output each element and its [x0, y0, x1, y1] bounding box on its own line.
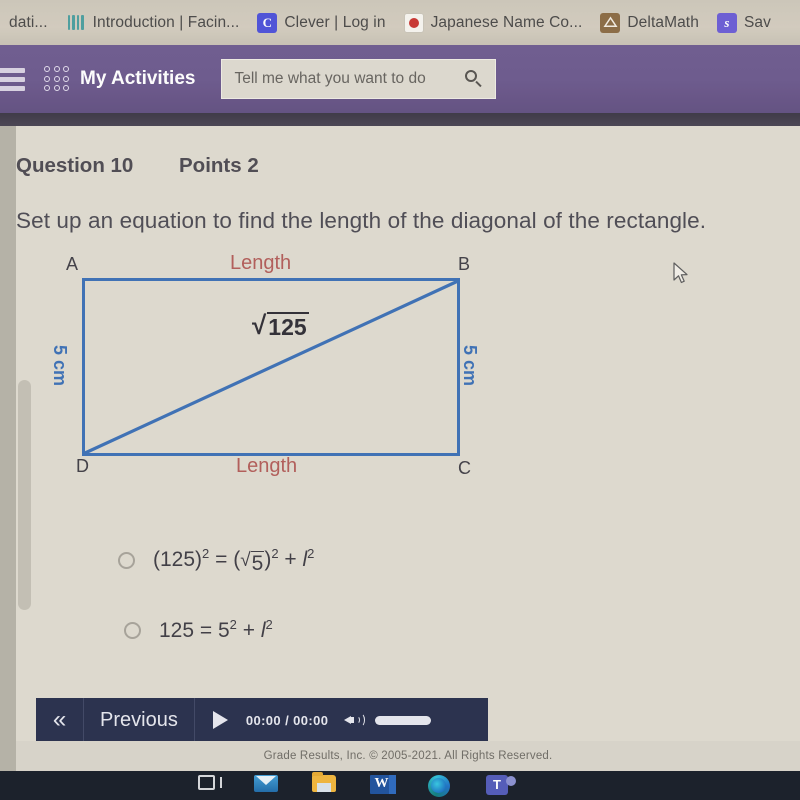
timecode-display: 00:00 / 00:00: [246, 713, 329, 728]
radio-button[interactable]: [124, 621, 141, 639]
bookmark-item[interactable]: dati...: [0, 0, 57, 45]
previous-button[interactable]: Previous: [84, 698, 195, 742]
search-box[interactable]: Tell me what you want to do: [221, 59, 497, 99]
vertex-label-b: B: [458, 254, 471, 274]
mouse-pointer-icon: [673, 262, 688, 284]
bookmarks-bar: dati... Introduction | Facin... C Clever…: [0, 0, 800, 45]
bookmark-item[interactable]: s Sav: [708, 0, 780, 45]
file-explorer-icon[interactable]: [312, 774, 338, 797]
mail-icon[interactable]: [254, 774, 280, 797]
radio-button[interactable]: [118, 552, 135, 570]
facinghistory-icon: [66, 13, 86, 33]
search-icon[interactable]: [465, 70, 483, 88]
answer-option[interactable]: 125 = 52 + l2: [124, 617, 273, 643]
word-icon[interactable]: W: [370, 774, 396, 797]
bookmark-label: Japanese Name Co...: [430, 13, 583, 31]
volume-slider[interactable]: [375, 715, 432, 725]
time-total: 00:00: [293, 712, 329, 728]
question-prompt: Set up an equation to find the length of…: [16, 208, 707, 233]
task-view-icon[interactable]: [196, 774, 222, 797]
vertex-label-a: A: [66, 254, 79, 274]
answer-option[interactable]: (125)2 = (√ 5)2 + l2: [118, 546, 314, 575]
question-number: Question 10: [16, 154, 134, 177]
edge-icon[interactable]: [428, 774, 454, 797]
option-expression: 125 = 52 + l2: [159, 617, 273, 642]
window-left-edge: [0, 126, 16, 800]
question-points: Points 2: [179, 154, 259, 177]
media-navigation-bar: « Previous 00:00 / 00:00: [36, 698, 488, 742]
word-icon-letter: W: [370, 774, 393, 794]
app-header-bar: My Activities Tell me what you want to d…: [0, 45, 800, 113]
my-activities-title[interactable]: My Activities: [80, 68, 195, 90]
hamburger-icon[interactable]: [0, 45, 34, 113]
play-icon[interactable]: [212, 711, 228, 729]
bookmark-label: Clever | Log in: [284, 13, 386, 31]
deltamath-icon: [600, 12, 621, 33]
screen: dati... Introduction | Facin... C Clever…: [0, 0, 800, 800]
page-footer: Grade Results, Inc. © 2005-2021. All Rig…: [16, 741, 800, 771]
rectangle-diagram: A B C D Length Length 5 cm 5 cm √ 125: [40, 250, 510, 490]
bookmark-item[interactable]: C Clever | Log in: [248, 0, 394, 45]
time-current: 00:00: [245, 712, 282, 728]
copyright-text: Grade Results, Inc. © 2005-2021. All Rig…: [263, 750, 553, 762]
bookmark-item[interactable]: Introduction | Facin...: [57, 0, 249, 45]
radical-sign: √: [252, 310, 267, 340]
vertex-label-d: D: [76, 456, 89, 476]
app-grid-icon[interactable]: [44, 66, 70, 92]
top-side-label: Length: [230, 252, 292, 274]
bookmark-item[interactable]: Japanese Name Co...: [395, 0, 592, 45]
teams-icon-letter: T: [486, 774, 508, 795]
savvas-icon: s: [716, 12, 737, 33]
page-scrollbar[interactable]: [18, 380, 31, 610]
double-chevron-left-icon[interactable]: «: [36, 698, 84, 742]
bookmark-item[interactable]: DeltaMath: [591, 0, 708, 45]
teams-icon[interactable]: T: [486, 774, 512, 797]
bookmark-label: Sav: [743, 13, 771, 31]
diagonal-line: [83, 279, 460, 455]
vertex-label-c: C: [458, 458, 471, 478]
clever-icon: C: [257, 12, 278, 33]
option-expression: (125)2 = (√ 5)2 + l2: [153, 546, 315, 575]
volume-icon[interactable]: [344, 711, 366, 729]
left-side-label: 5 cm: [50, 345, 70, 387]
right-side-label: 5 cm: [460, 345, 480, 387]
diagonal-length-label: √ 125: [252, 312, 309, 339]
search-input[interactable]: Tell me what you want to do: [234, 70, 465, 88]
header-divider: [0, 113, 800, 126]
bottom-side-label: Length: [236, 455, 298, 477]
bookmark-label: dati...: [9, 13, 48, 31]
bookmark-label: Introduction | Facin...: [92, 13, 240, 31]
time-separator: /: [285, 712, 290, 728]
windows-taskbar: W T: [0, 771, 800, 800]
japan-flag-icon: [403, 12, 424, 33]
radicand-value: 125: [267, 312, 309, 340]
bookmark-label: DeltaMath: [627, 13, 699, 31]
